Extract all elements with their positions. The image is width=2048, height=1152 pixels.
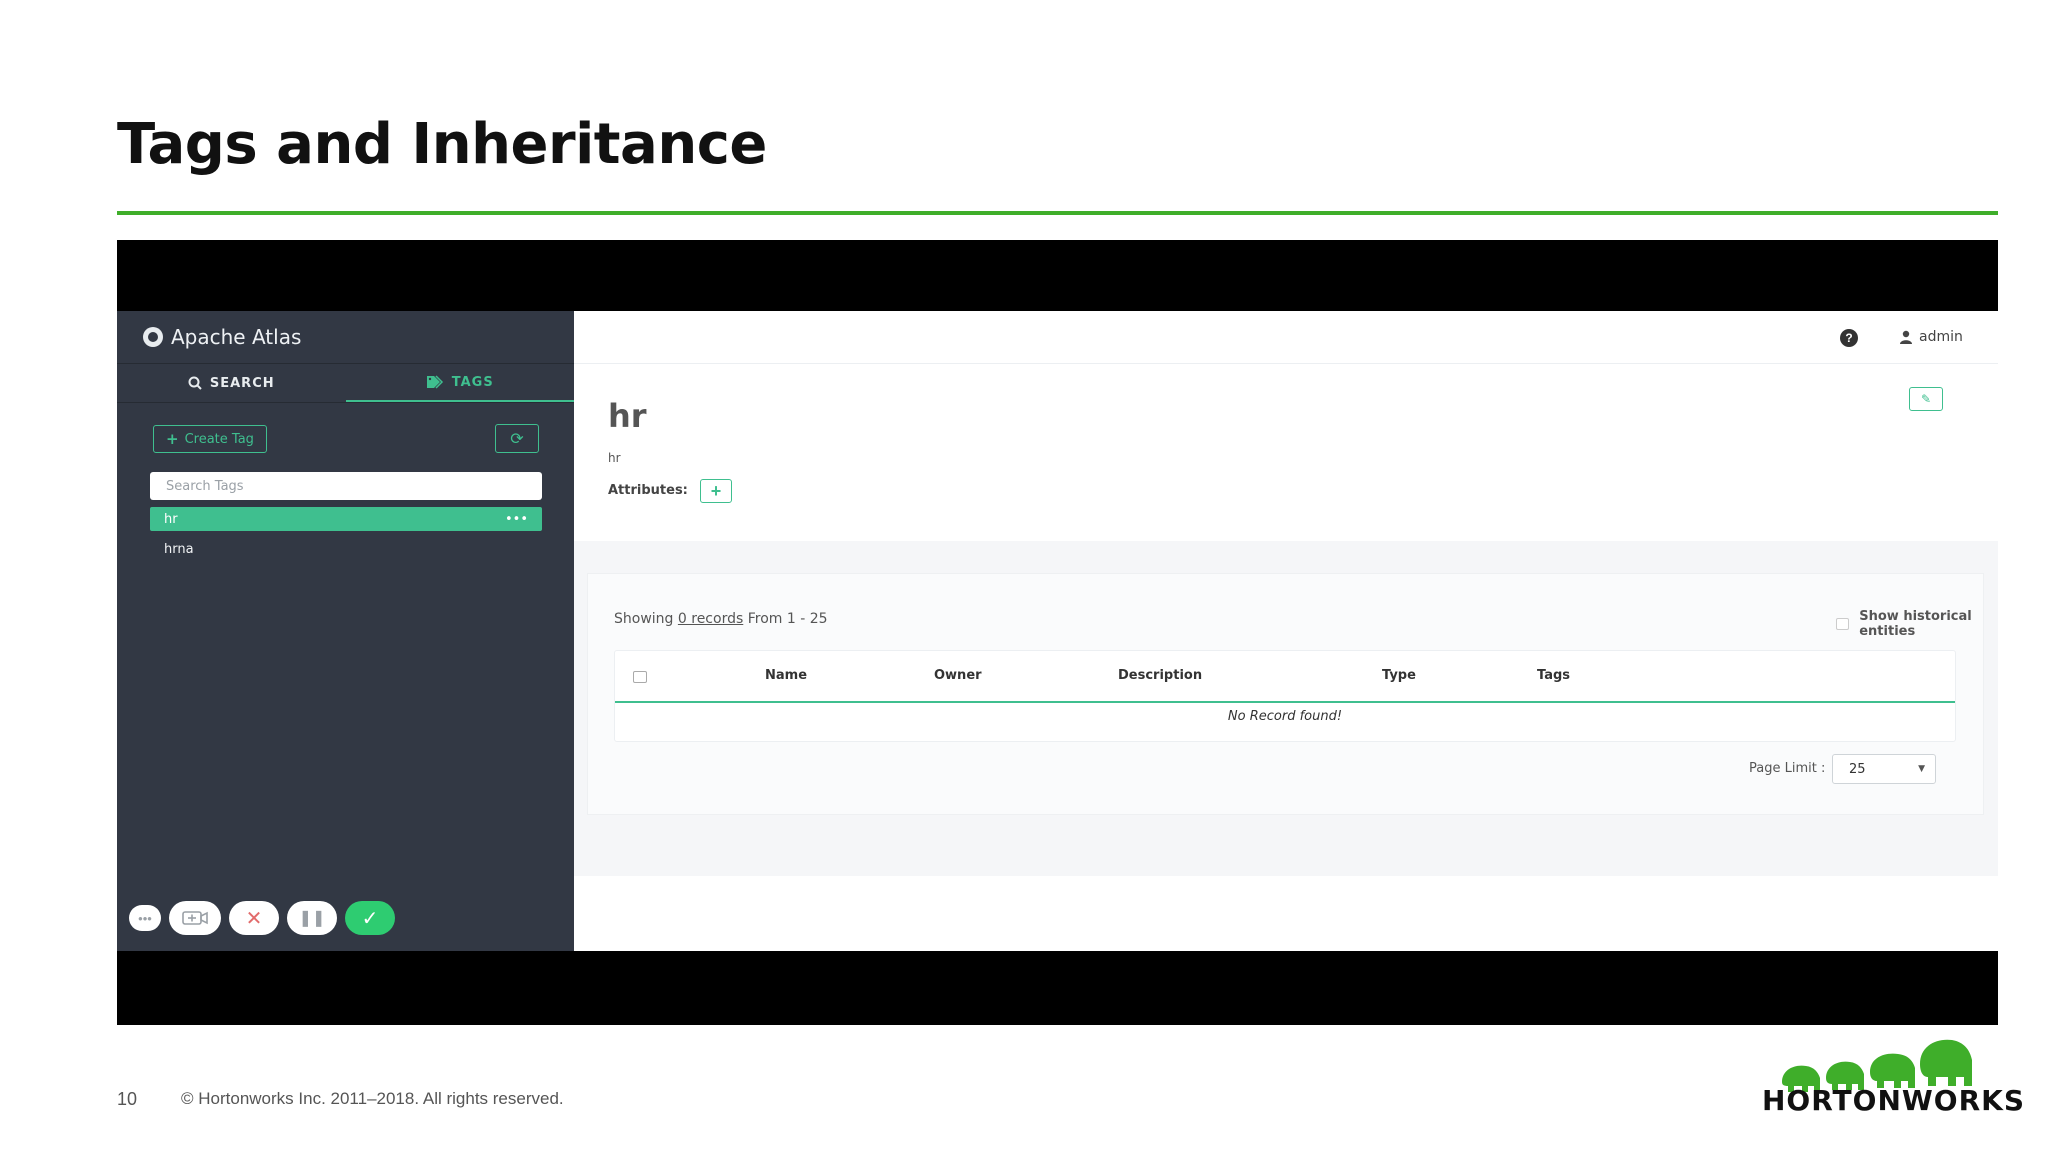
- user-name: admin: [1919, 329, 1963, 345]
- user-menu[interactable]: admin: [1899, 329, 1963, 345]
- page-limit-select[interactable]: 25 ▼: [1832, 754, 1936, 784]
- slide-title: Tags and Inheritance: [117, 112, 767, 177]
- ellipsis-icon: •••: [138, 910, 152, 926]
- showing-prefix: Showing: [614, 611, 674, 627]
- results-table: Name Owner Description Type Tags No Reco…: [614, 650, 1956, 742]
- sidebar: Apache Atlas SEARCH TAGS + Create Tag ⟳: [117, 311, 574, 951]
- edit-button[interactable]: ✎: [1909, 387, 1943, 411]
- create-tag-label: Create Tag: [184, 431, 254, 447]
- tag-item-hr[interactable]: hr •••: [150, 507, 542, 531]
- tag-icon: [426, 375, 443, 389]
- brand-label: Apache Atlas: [171, 325, 302, 349]
- column-header-description[interactable]: Description: [1118, 668, 1202, 683]
- copyright: © Hortonworks Inc. 2011–2018. All rights…: [181, 1089, 564, 1108]
- column-header-type[interactable]: Type: [1382, 668, 1416, 683]
- chevron-down-icon: ▼: [1918, 764, 1925, 774]
- tab-search[interactable]: SEARCH: [117, 364, 346, 402]
- main-panel: ? admin ✎ hr hr Attributes: + Showing 0 …: [574, 311, 1998, 951]
- video-frame: Apache Atlas SEARCH TAGS + Create Tag ⟳: [117, 240, 1998, 1025]
- historical-label: Show historical entities: [1859, 609, 1972, 639]
- plus-icon: +: [166, 430, 179, 448]
- refresh-icon: ⟳: [510, 430, 524, 448]
- create-tag-button[interactable]: + Create Tag: [153, 425, 267, 453]
- tab-search-label: SEARCH: [209, 375, 275, 391]
- tab-tags-label: TAGS: [451, 374, 494, 390]
- check-icon: ✓: [361, 907, 379, 930]
- page-limit-label: Page Limit :: [1749, 761, 1826, 776]
- divider: [117, 402, 574, 403]
- more-options-button[interactable]: •••: [129, 905, 161, 931]
- column-header-owner[interactable]: Owner: [934, 668, 982, 683]
- globe-icon: [143, 327, 163, 347]
- search-tags-input[interactable]: [150, 472, 542, 500]
- column-header-name[interactable]: Name: [765, 668, 807, 683]
- plus-icon: +: [710, 480, 722, 501]
- brand[interactable]: Apache Atlas: [143, 325, 301, 349]
- tag-item-hrna[interactable]: hrna: [150, 537, 542, 561]
- records-link[interactable]: 0 records: [678, 611, 743, 627]
- column-header-tags[interactable]: Tags: [1537, 668, 1570, 683]
- pencil-icon: ✎: [1920, 392, 1932, 406]
- empty-message: No Record found!: [1227, 709, 1343, 724]
- showing-suffix: From 1 - 25: [747, 611, 828, 627]
- tag-description: hr: [608, 451, 621, 465]
- camera-button[interactable]: [169, 901, 221, 935]
- tab-tags[interactable]: TAGS: [345, 364, 574, 402]
- pause-button[interactable]: ❚❚: [287, 901, 337, 935]
- refresh-button[interactable]: ⟳: [495, 424, 539, 453]
- search-icon: [188, 376, 202, 390]
- select-all-checkbox[interactable]: [633, 671, 647, 683]
- pause-icon: ❚❚: [298, 910, 326, 927]
- attributes-label: Attributes:: [608, 483, 688, 498]
- tag-title: hr: [608, 397, 647, 435]
- more-icon[interactable]: •••: [505, 512, 528, 527]
- close-icon: ✕: [245, 907, 263, 930]
- atlas-screen: Apache Atlas SEARCH TAGS + Create Tag ⟳: [117, 311, 1998, 951]
- show-historical-toggle[interactable]: Show historical entities: [1836, 609, 1998, 639]
- cancel-recording-button[interactable]: ✕: [229, 901, 279, 935]
- user-icon: [1900, 330, 1912, 344]
- top-bar: ? admin: [574, 311, 1998, 364]
- add-attribute-button[interactable]: +: [700, 479, 732, 503]
- tag-label: hr: [164, 511, 178, 527]
- help-icon[interactable]: ?: [1840, 329, 1858, 347]
- recording-controls: ••• ✕ ❚❚ ✓: [129, 901, 395, 935]
- camera-icon: [182, 911, 208, 925]
- page-number: 10: [117, 1089, 138, 1109]
- title-divider: [117, 211, 1998, 215]
- logo-text: HORTONWORKS: [1762, 1084, 2025, 1117]
- finish-recording-button[interactable]: ✓: [345, 901, 395, 935]
- historical-checkbox[interactable]: [1836, 618, 1850, 630]
- record-count: Showing 0 records From 1 - 25: [614, 611, 828, 627]
- table-header: Name Owner Description Type Tags: [615, 651, 1955, 703]
- sidebar-tabs: SEARCH TAGS: [117, 364, 574, 402]
- page-limit-value: 25: [1849, 761, 1866, 777]
- tag-label: hrna: [164, 541, 194, 557]
